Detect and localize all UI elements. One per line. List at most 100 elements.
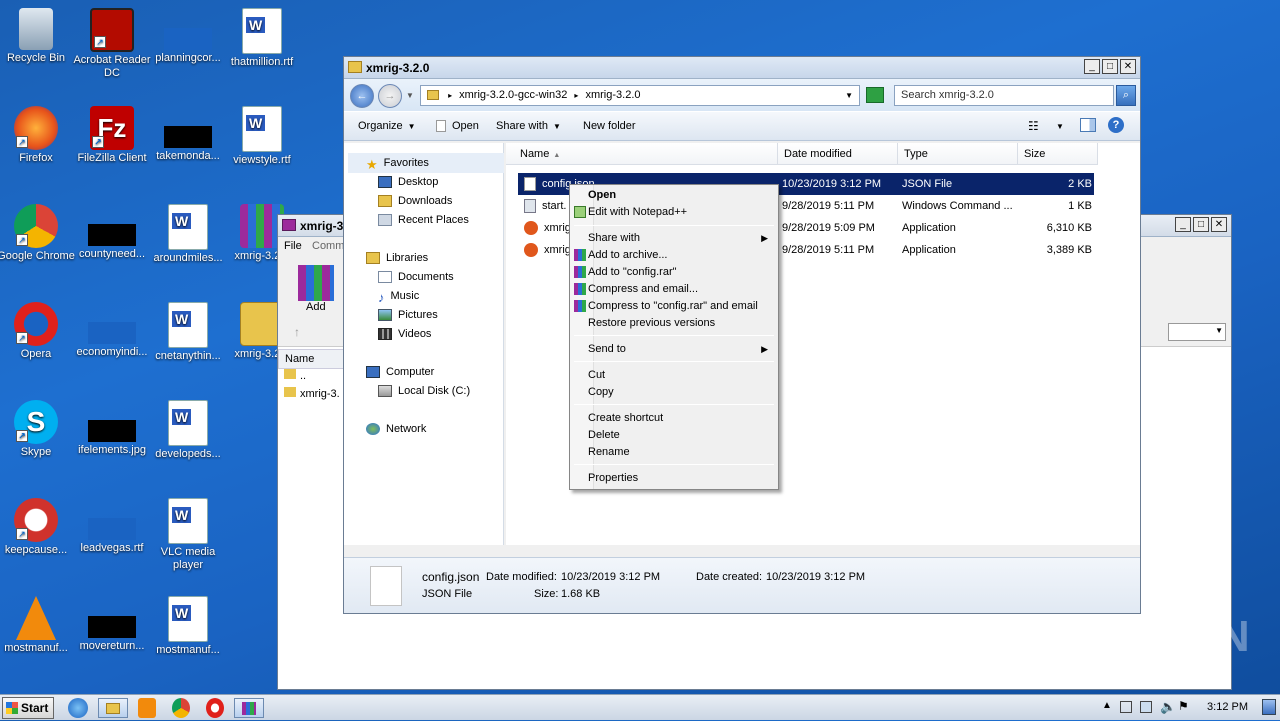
desktop-icon-economyindi[interactable]: economyindi... — [72, 302, 152, 359]
organize-button[interactable]: Organize ▼ — [358, 120, 416, 132]
media-player-icon[interactable] — [138, 698, 156, 718]
start-button[interactable]: Start — [2, 697, 54, 719]
forward-button[interactable]: → — [378, 84, 402, 108]
desktop-icon-mostmanuf[interactable]: mostmanuf... mostmanuf... — [148, 596, 228, 657]
nav-downloads[interactable]: Downloads — [378, 195, 452, 208]
desktop-icon-skype[interactable]: S ↗ Skype — [0, 400, 76, 459]
flag-icon[interactable]: ⚑ — [1178, 699, 1189, 713]
breadcrumb-item[interactable]: xmrig-3.2.0 — [585, 89, 640, 101]
desktop-icon-viewstyle[interactable]: viewstyle.rtf — [222, 106, 302, 167]
desktop-icon-ifelements[interactable]: ifelements.jpg — [72, 400, 152, 457]
desktop-icon-ccleaner[interactable]: ↗ keepcause... — [0, 498, 76, 557]
search-input[interactable]: Search xmrig-3.2.0 — [894, 85, 1114, 106]
desktop-icon-chrome[interactable]: ↗ Google Chrome — [0, 204, 76, 263]
menu-item-cut[interactable]: Cut — [588, 367, 774, 384]
menu-item-open[interactable]: Open — [588, 187, 774, 204]
refresh-icon[interactable] — [866, 87, 884, 103]
menu-item-restore-versions[interactable]: Restore previous versions — [588, 315, 774, 332]
nav-libraries[interactable]: Libraries — [366, 252, 428, 265]
close-button[interactable]: ✕ — [1211, 217, 1227, 232]
desktop-icon-vlc[interactable]: mostmanuf... — [0, 596, 76, 655]
search-icon[interactable]: ⌕ — [1116, 85, 1136, 106]
network-tray-icon[interactable] — [1140, 701, 1152, 713]
column-size[interactable]: Size — [1018, 143, 1098, 165]
path-dropdown[interactable]: ▼ — [1168, 323, 1226, 341]
menu-item-rename[interactable]: Rename — [588, 444, 774, 461]
menu-item-create-shortcut[interactable]: Create shortcut — [588, 410, 774, 427]
action-center-icon[interactable] — [1120, 701, 1132, 713]
explorer-titlebar[interactable]: xmrig-3.2.0 _ □ ✕ — [344, 57, 1140, 79]
recent-pages-dropdown[interactable]: ▼ — [406, 91, 414, 100]
menu-item-compress-rar-email[interactable]: Compress to "config.rar" and email — [574, 298, 774, 315]
desktop-icon-takemonda[interactable]: takemonda... — [148, 106, 228, 163]
address-field[interactable]: ▸ xmrig-3.2.0-gcc-win32 ▸ xmrig-3.2.0 ▼ — [420, 85, 860, 106]
nav-music[interactable]: ♪ Music — [378, 290, 419, 305]
desktop-icon-recycle-bin[interactable]: Recycle Bin — [0, 8, 76, 65]
list-item[interactable]: xmrig-3. — [284, 387, 340, 400]
opera-icon[interactable] — [206, 698, 224, 718]
help-icon[interactable]: ? — [1108, 117, 1124, 133]
desktop-icon-planningcor[interactable]: planningcor... — [148, 8, 228, 65]
show-desktop-button[interactable] — [1262, 699, 1276, 715]
back-button[interactable]: ← — [350, 84, 374, 108]
view-options-icon[interactable]: ☷ — [1028, 119, 1039, 133]
desktop-icon-keepcause[interactable]: leadvegas.rtf — [72, 498, 152, 555]
winrar-taskbar-icon[interactable] — [234, 698, 264, 718]
show-hidden-icons-icon[interactable]: ▲ — [1102, 700, 1112, 711]
nav-network[interactable]: Network — [366, 423, 426, 436]
column-name[interactable]: Name ▲ — [506, 143, 778, 165]
desktop-icon-firefox[interactable]: ↗ Firefox — [0, 106, 76, 165]
chevron-down-icon[interactable]: ▼ — [845, 86, 853, 105]
menu-file[interactable]: File — [284, 240, 302, 252]
desktop-icon-cnetanythin[interactable]: cnetanythin... — [148, 302, 228, 363]
menu-item-compress-email[interactable]: Compress and email... — [574, 281, 774, 298]
menu-item-copy[interactable]: Copy — [588, 384, 774, 401]
chevron-down-icon[interactable]: ▼ — [1056, 122, 1064, 131]
explorer-taskbar-icon[interactable] — [98, 698, 128, 718]
desktop-icon-filezilla[interactable]: Fz ↗ FileZilla Client — [72, 106, 152, 165]
chrome-icon[interactable] — [172, 698, 190, 718]
maximize-button[interactable]: □ — [1102, 59, 1118, 74]
desktop-icon-leadvegas[interactable]: VLC media player — [148, 498, 228, 572]
open-button[interactable]: Open — [436, 120, 479, 133]
add-button[interactable]: Add — [306, 301, 326, 313]
new-folder-button[interactable]: New folder — [583, 120, 636, 132]
desktop-icon-countyneed[interactable]: countyneed... — [72, 204, 152, 261]
desktop-icon-thatmillion[interactable]: thatmillion.rtf — [222, 8, 302, 69]
menu-item-properties[interactable]: Properties — [588, 470, 774, 487]
clock[interactable]: 3:12 PM — [1207, 701, 1248, 713]
desktop-icon-opera[interactable]: ↗ Opera — [0, 302, 76, 361]
menu-item-edit-notepad[interactable]: Edit with Notepad++ — [574, 204, 774, 221]
nav-documents[interactable]: Documents — [378, 271, 454, 284]
maximize-button[interactable]: □ — [1193, 217, 1209, 232]
nav-desktop[interactable]: Desktop — [378, 176, 438, 189]
volume-icon[interactable]: 🔈 — [1160, 699, 1176, 715]
winrar-column-name[interactable]: Name — [278, 349, 344, 369]
minimize-button[interactable]: _ — [1084, 59, 1100, 74]
breadcrumb-item[interactable]: xmrig-3.2.0-gcc-win32 — [459, 89, 567, 101]
desktop-icon-movereturn[interactable]: movereturn... — [72, 596, 152, 653]
menu-item-add-to-archive[interactable]: Add to archive... — [574, 247, 774, 264]
preview-pane-icon[interactable] — [1080, 118, 1096, 132]
menu-item-delete[interactable]: Delete — [588, 427, 774, 444]
menu-item-send-to[interactable]: Send to ▶ — [588, 341, 774, 358]
internet-explorer-icon[interactable] — [68, 698, 88, 718]
close-button[interactable]: ✕ — [1120, 59, 1136, 74]
nav-recent-places[interactable]: Recent Places — [378, 214, 469, 227]
column-date-modified[interactable]: Date modified — [778, 143, 898, 165]
minimize-button[interactable]: _ — [1175, 217, 1191, 232]
share-with-button[interactable]: Share with ▼ — [496, 120, 561, 132]
desktop-icon-developeds[interactable]: developeds... — [148, 400, 228, 461]
column-type[interactable]: Type — [898, 143, 1018, 165]
nav-videos[interactable]: Videos — [378, 328, 431, 341]
menu-item-add-to-rar[interactable]: Add to "config.rar" — [574, 264, 774, 281]
menu-item-share-with[interactable]: Share with ▶ — [588, 230, 774, 247]
nav-pictures[interactable]: Pictures — [378, 309, 438, 322]
nav-favorites[interactable]: ★ Favorites — [366, 157, 429, 172]
desktop-icon-aroundmiles[interactable]: aroundmiles... — [148, 204, 228, 265]
list-item[interactable]: .. — [284, 369, 306, 382]
nav-local-disk[interactable]: Local Disk (C:) — [378, 385, 470, 398]
desktop-icon-acrobat[interactable]: ↗ Acrobat Reader DC — [72, 8, 152, 80]
up-icon[interactable]: ↑ — [294, 325, 300, 339]
nav-computer[interactable]: Computer — [366, 366, 434, 379]
